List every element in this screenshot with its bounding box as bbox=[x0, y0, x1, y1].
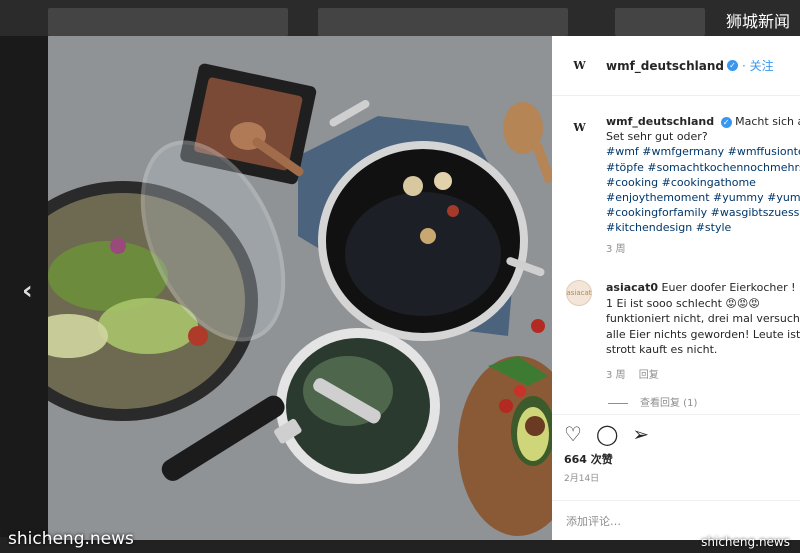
comment-time: 3 周 bbox=[606, 369, 626, 381]
likes-count[interactable]: 664 次赞 bbox=[564, 451, 788, 467]
caption-line-2: Set sehr gut oder? bbox=[606, 130, 708, 144]
header-username[interactable]: wmf_deutschland bbox=[606, 59, 724, 73]
hashtag-line[interactable]: #cookingforfamily #wasgibtszuessen bbox=[606, 205, 800, 220]
watermark-bottom-right: shicheng.news bbox=[701, 535, 790, 549]
comment-line-5: strott kauft es nicht. bbox=[606, 343, 718, 356]
comment-text: asiacat0 Euer doofer Eierkocher ! 1 Ei i… bbox=[606, 280, 800, 383]
background-tile bbox=[615, 8, 705, 36]
follow-label: 关注 bbox=[749, 59, 774, 73]
comment-line-3: funktioniert nicht, drei mal versucht bbox=[606, 312, 800, 325]
hashtag-line[interactable]: #töpfe #somachtkochennochmehrspaß bbox=[606, 160, 800, 175]
comment-username[interactable]: asiacat0 bbox=[606, 281, 658, 294]
post-caption: W wmf_deutschland ✓ Macht sich auch Set … bbox=[566, 114, 800, 257]
caption-line-1: Macht sich auch bbox=[735, 115, 800, 128]
background-tile bbox=[318, 8, 568, 36]
hashtag-line[interactable]: #wmf #wmfgermany #wmffusiontec bbox=[606, 144, 800, 159]
comment-icon[interactable]: ◯ bbox=[596, 423, 618, 445]
view-replies-link[interactable]: 查看回复 (1) bbox=[608, 394, 697, 409]
watermark-bottom-left: shicheng.news bbox=[8, 529, 134, 549]
view-replies-label: 查看回复 (1) bbox=[640, 398, 698, 409]
commenter-avatar[interactable]: asiacat bbox=[566, 280, 592, 306]
follow-button[interactable]: · 关注 bbox=[742, 57, 774, 74]
hashtag-line[interactable]: #kitchendesign #style bbox=[606, 220, 800, 235]
share-icon[interactable]: ➢ bbox=[632, 423, 649, 445]
caption-username[interactable]: wmf_deutschland bbox=[606, 115, 714, 128]
verified-badge-icon: ✓ bbox=[726, 60, 738, 71]
post-side-panel: W wmf_deutschland ✓ · 关注 W wmf_deutschla… bbox=[552, 36, 800, 540]
cookware-illustration bbox=[48, 36, 552, 540]
post-actions: ♡ ◯ ➢ 664 次赞 2月14日 bbox=[552, 414, 800, 484]
caption-time: 3 周 bbox=[606, 243, 626, 255]
add-comment-input[interactable]: 添加评论… bbox=[552, 500, 800, 540]
hashtag-line[interactable]: #enjoythemoment #yummy #yummyfood bbox=[606, 190, 800, 205]
background-tile bbox=[48, 8, 288, 36]
comment-line-1: Euer doofer Eierkocher ! bbox=[661, 281, 796, 294]
post-date: 2月14日 bbox=[564, 474, 600, 484]
watermark-top: 狮城新闻 bbox=[725, 12, 790, 31]
caption-avatar[interactable]: W bbox=[566, 114, 592, 140]
hashtag-line[interactable]: #cooking #cookingathome bbox=[606, 175, 800, 190]
verified-badge-icon: ✓ bbox=[720, 116, 732, 128]
comment-line-2: 1 Ei ist sooo schlecht 😡😡😡 bbox=[606, 296, 760, 310]
background-strip bbox=[0, 0, 800, 36]
prev-post-arrow[interactable]: ‹ bbox=[22, 276, 33, 306]
wmf-logo[interactable]: W bbox=[566, 53, 592, 79]
comment-line-4: alle Eier nichts geworden! Leute ist bbox=[606, 327, 800, 341]
replies-divider bbox=[608, 402, 628, 404]
post-header: W wmf_deutschland ✓ · 关注 bbox=[552, 36, 800, 96]
caption-text: wmf_deutschland ✓ Macht sich auch Set se… bbox=[606, 114, 800, 257]
reply-button[interactable]: 回复 bbox=[639, 370, 659, 381]
action-icons: ♡ ◯ ➢ bbox=[564, 423, 788, 445]
comment-meta: 3 周 回复 bbox=[606, 368, 800, 384]
heart-icon[interactable]: ♡ bbox=[564, 423, 582, 445]
post-photo: › bbox=[48, 36, 552, 540]
comment-item: asiacat asiacat0 Euer doofer Eierkocher … bbox=[566, 280, 800, 383]
